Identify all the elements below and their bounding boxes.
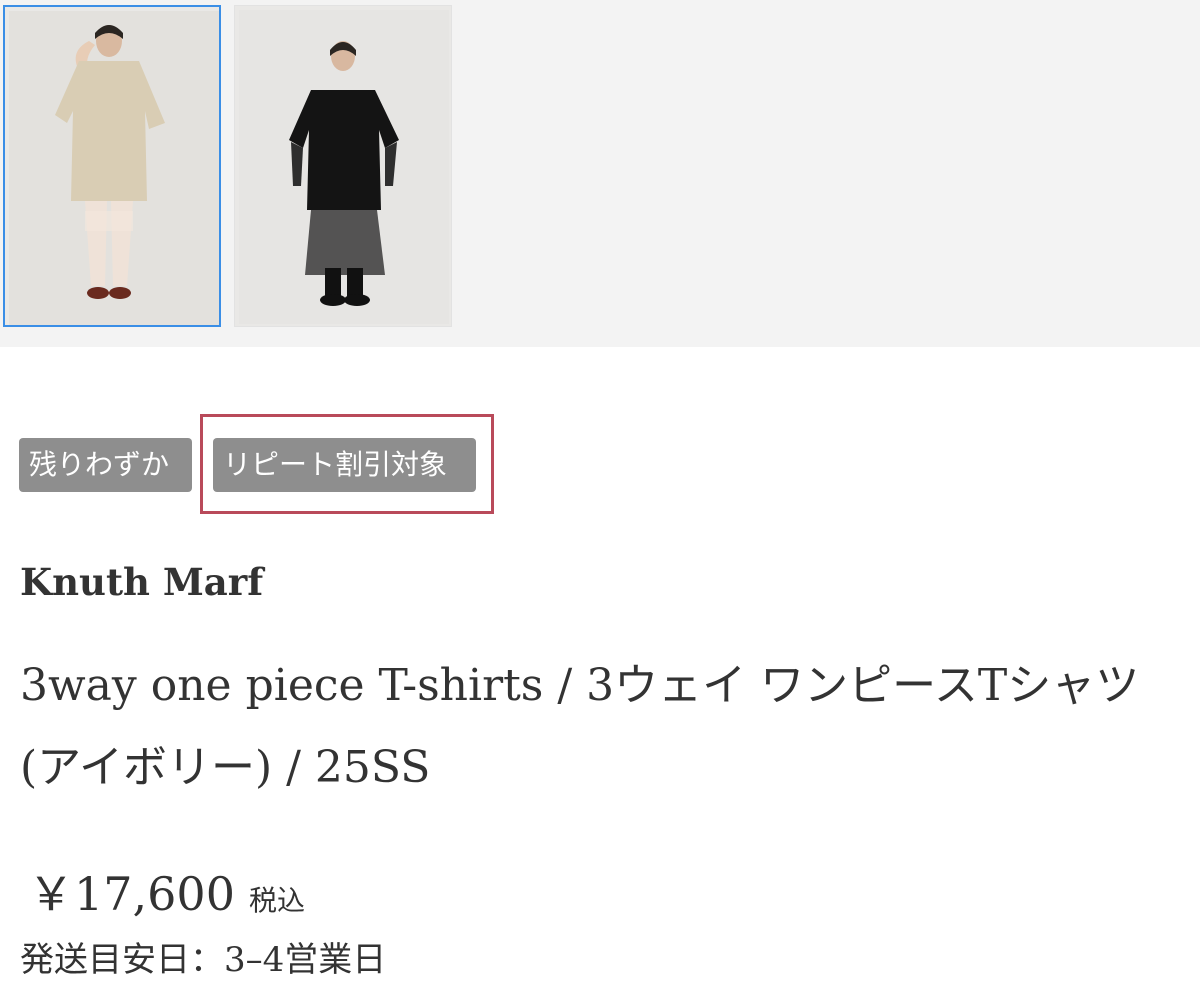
shipping-estimate: 発送目安日：3–4営業日 [20, 940, 387, 980]
product-photo-ivory [9, 11, 219, 325]
brand-name[interactable]: Knuth Marf [20, 560, 263, 604]
thumbnail-2[interactable] [234, 5, 452, 327]
badge-low-stock: 残りわずか [19, 438, 192, 492]
model-black-illustration [239, 10, 449, 324]
tax-label: 税込 [248, 884, 305, 917]
product-photo-black [239, 10, 449, 324]
price-row: ￥17,600 税込 [28, 858, 305, 924]
price: ￥17,600 [28, 867, 235, 921]
thumbnail-1-selected[interactable] [3, 5, 221, 327]
badge-repeat-discount: リピート割引対象 [213, 438, 476, 492]
image-gallery [0, 0, 1200, 347]
model-ivory-illustration [9, 11, 219, 325]
product-title: 3way one piece T-shirts / 3ウェイ ワンピースTシャツ… [20, 660, 1140, 793]
